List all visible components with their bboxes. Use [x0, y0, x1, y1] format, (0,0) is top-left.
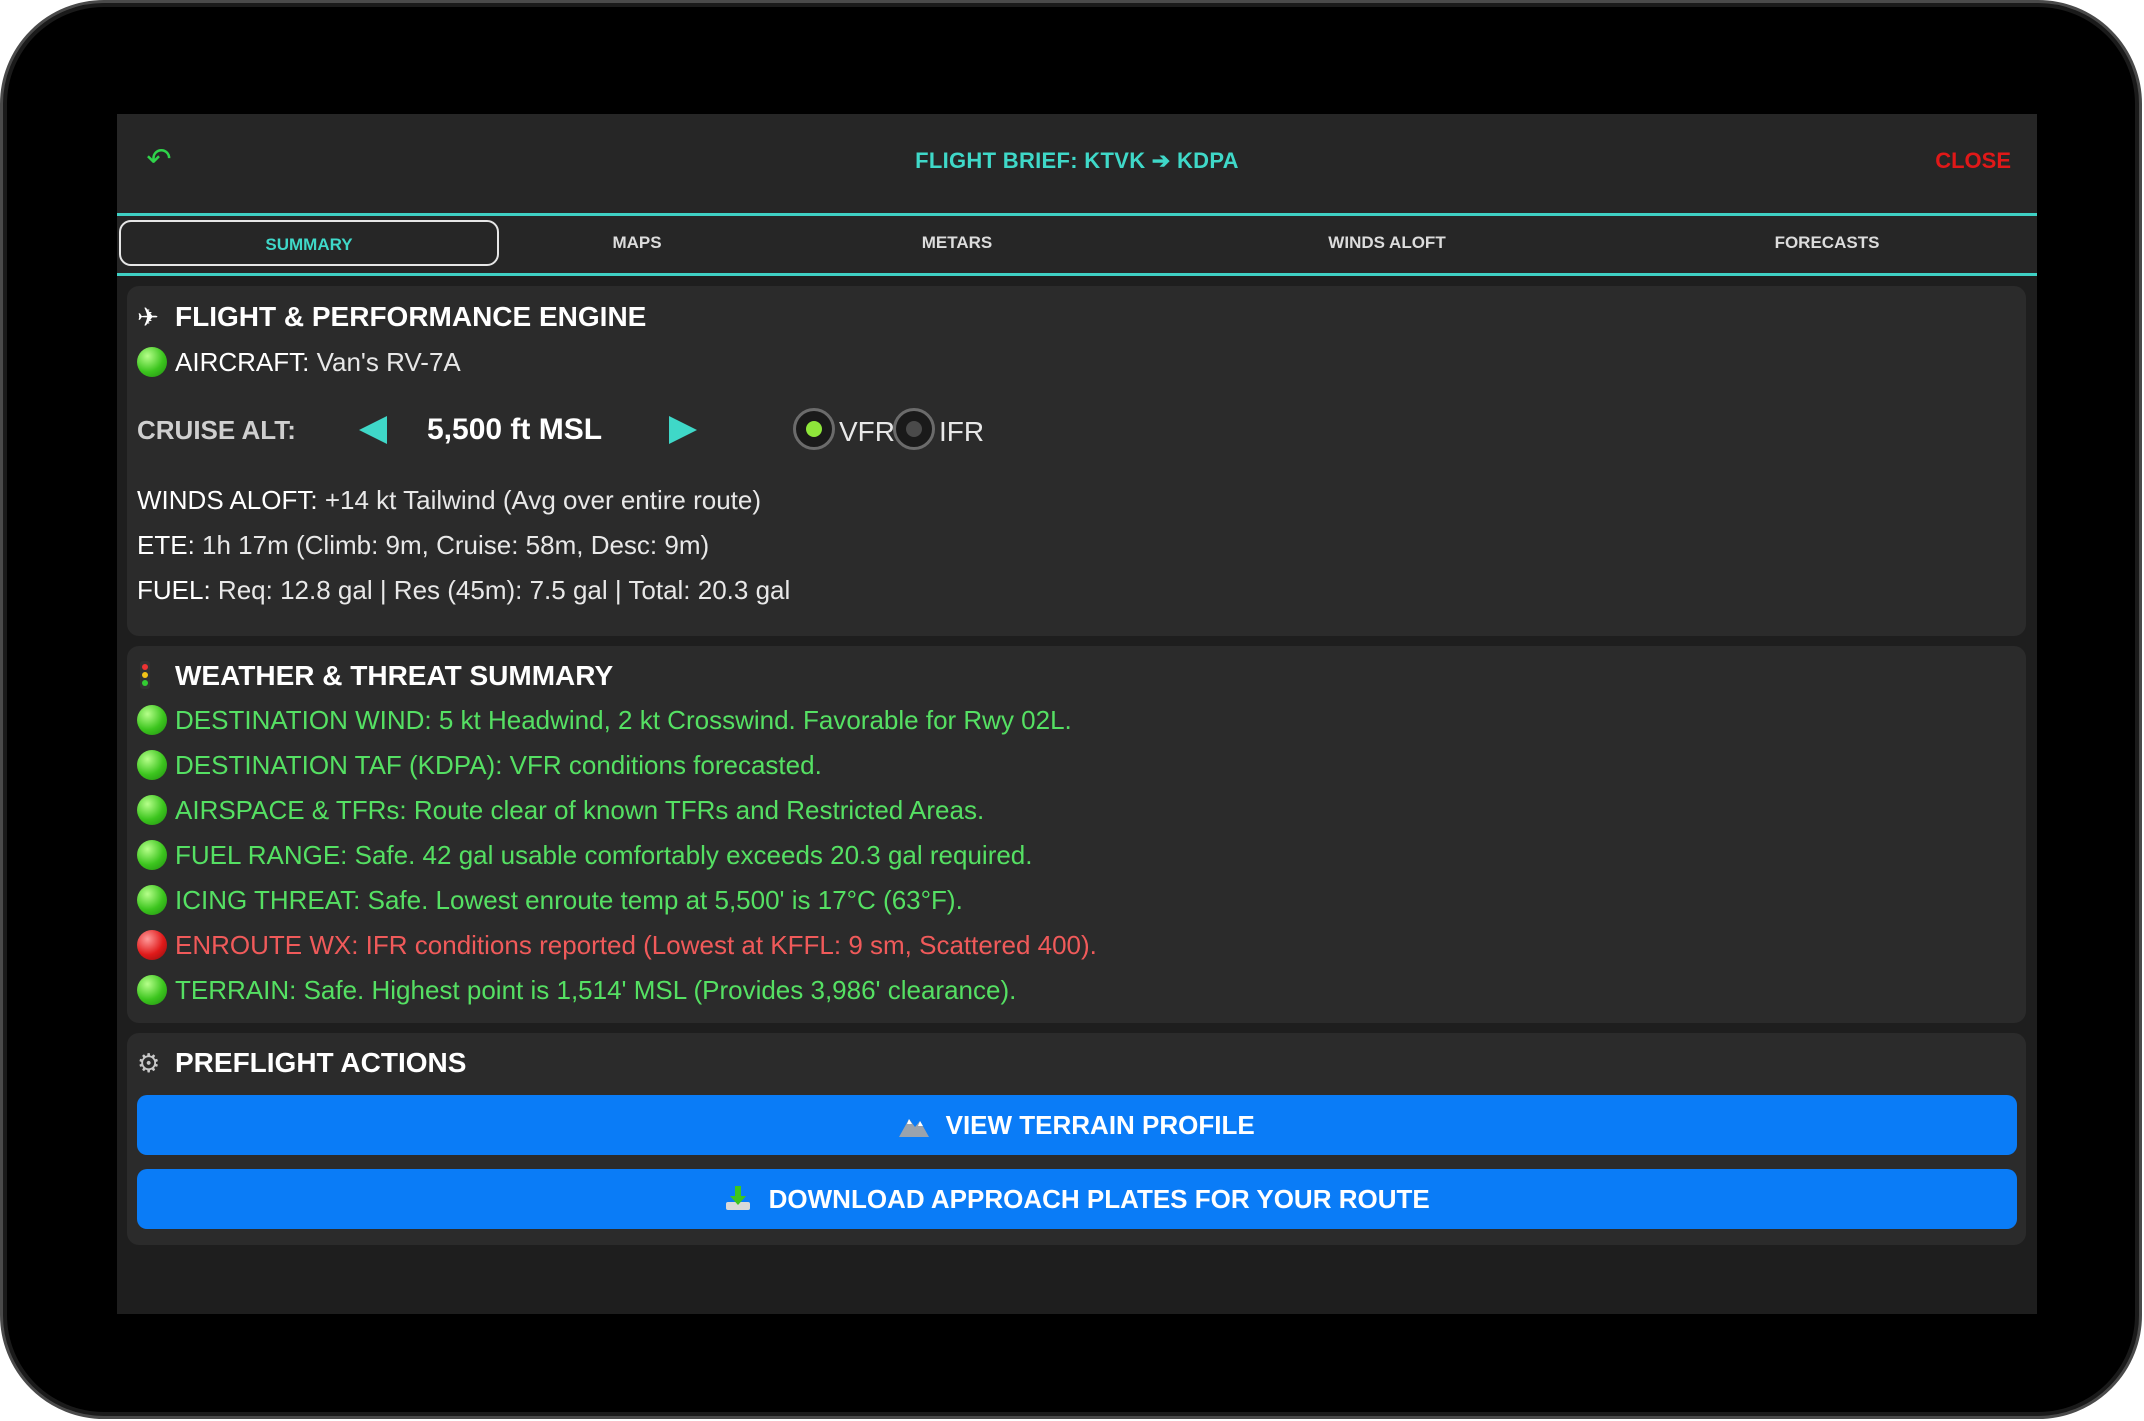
airplane-icon: ✈ — [137, 303, 159, 333]
weather-item-text: DESTINATION WIND: 5 kt Headwind, 2 kt Cr… — [175, 705, 1072, 735]
download-approach-plates-label: DOWNLOAD APPROACH PLATES FOR YOUR ROUTE — [768, 1184, 1430, 1214]
status-green-icon — [137, 840, 167, 870]
ete-value: 1h 17m (Climb: 9m, Cruise: 58m, Desc: 9m… — [202, 530, 710, 560]
gear-icon: ⚙ — [137, 1049, 161, 1079]
performance-heading: ✈ FLIGHT & PERFORMANCE ENGINE — [137, 301, 646, 333]
tab-metars[interactable]: METARS — [857, 220, 1057, 266]
weather-item-text: AIRSPACE & TFRs: Route clear of known TF… — [175, 795, 985, 825]
traffic-light-icon — [137, 661, 167, 692]
mountain-icon — [899, 1112, 937, 1140]
cruise-alt-label: CRUISE ALT: — [137, 415, 296, 445]
weather-item-text: DESTINATION TAF (KDPA): VFR conditions f… — [175, 750, 822, 780]
download-approach-plates-button[interactable]: DOWNLOAD APPROACH PLATES FOR YOUR ROUTE — [137, 1169, 2017, 1229]
tab-winds-aloft[interactable]: WINDS ALOFT — [1257, 220, 1517, 266]
weather-item: ICING THREAT: Safe. Lowest enroute temp … — [137, 885, 963, 916]
ete-label: ETE: — [137, 530, 195, 560]
tab-bar: SUMMARY MAPS METARS WINDS ALOFT FORECAST… — [117, 216, 2037, 276]
ete-row: ETE: 1h 17m (Climb: 9m, Cruise: 58m, Des… — [137, 530, 709, 561]
weather-item: AIRSPACE & TFRs: Route clear of known TF… — [137, 795, 984, 826]
download-icon — [724, 1186, 760, 1214]
weather-item-text: ENROUTE WX: IFR conditions reported (Low… — [175, 930, 1097, 960]
weather-item: TERRAIN: Safe. Highest point is 1,514' M… — [137, 975, 1016, 1006]
radio-selected-indicator — [806, 421, 822, 437]
ifr-radio[interactable] — [893, 408, 935, 450]
tablet-frame: ↶ FLIGHT BRIEF: KTVK ➔ KDPA CLOSE SUMMAR… — [0, 0, 2142, 1419]
weather-item: DESTINATION WIND: 5 kt Headwind, 2 kt Cr… — [137, 705, 1072, 736]
weather-heading-text: WEATHER & THREAT SUMMARY — [175, 660, 614, 691]
tab-summary[interactable]: SUMMARY — [119, 220, 499, 266]
winds-label: WINDS ALOFT: — [137, 485, 318, 515]
tab-forecasts[interactable]: FORECASTS — [1697, 220, 1957, 266]
weather-item: DESTINATION TAF (KDPA): VFR conditions f… — [137, 750, 822, 781]
view-terrain-profile-button[interactable]: VIEW TERRAIN PROFILE — [137, 1095, 2017, 1155]
decrease-altitude-button[interactable] — [355, 412, 391, 448]
increase-altitude-button[interactable] — [665, 412, 701, 448]
fuel-label: FUEL: — [137, 575, 211, 605]
aircraft-label: AIRCRAFT: — [175, 347, 310, 377]
weather-item-text: FUEL RANGE: Safe. 42 gal usable comforta… — [175, 840, 1033, 870]
status-green-icon — [137, 795, 167, 825]
status-green-icon — [137, 750, 167, 780]
top-bar: ↶ FLIGHT BRIEF: KTVK ➔ KDPA CLOSE — [117, 114, 2037, 216]
winds-aloft-row: WINDS ALOFT: +14 kt Tailwind (Avg over e… — [137, 485, 761, 516]
aircraft-row: AIRCRAFT: Van's RV-7A — [137, 347, 461, 378]
status-red-icon — [137, 930, 167, 960]
weather-item: ENROUTE WX: IFR conditions reported (Low… — [137, 930, 1097, 961]
weather-item-text: ICING THREAT: Safe. Lowest enroute temp … — [175, 885, 963, 915]
view-terrain-profile-label: VIEW TERRAIN PROFILE — [945, 1110, 1255, 1140]
ifr-label[interactable]: IFR — [939, 416, 984, 448]
cruise-alt-value: 5,500 ft MSL — [427, 413, 603, 446]
performance-card: ✈ FLIGHT & PERFORMANCE ENGINE AIRCRAFT: V… — [127, 286, 2026, 636]
actions-heading-text: PREFLIGHT ACTIONS — [175, 1047, 467, 1078]
status-green-icon — [137, 705, 167, 735]
status-green-icon — [137, 975, 167, 1005]
winds-value: +14 kt Tailwind (Avg over entire route) — [324, 485, 762, 515]
performance-heading-text: FLIGHT & PERFORMANCE ENGINE — [175, 301, 647, 332]
weather-heading: WEATHER & THREAT SUMMARY — [137, 660, 613, 692]
status-green-icon — [137, 885, 167, 915]
vfr-label[interactable]: VFR — [839, 416, 895, 448]
aircraft-value: Van's RV-7A — [316, 347, 461, 377]
actions-card: ⚙ PREFLIGHT ACTIONS VIEW TERRAIN PROFILE … — [127, 1033, 2026, 1245]
page-title: FLIGHT BRIEF: KTVK ➔ KDPA — [915, 148, 1239, 173]
actions-heading: ⚙ PREFLIGHT ACTIONS — [137, 1047, 466, 1079]
weather-item: FUEL RANGE: Safe. 42 gal usable comforta… — [137, 840, 1033, 871]
vfr-radio[interactable] — [793, 408, 835, 450]
weather-item-text: TERRAIN: Safe. Highest point is 1,514' M… — [175, 975, 1017, 1005]
status-green-icon — [137, 347, 167, 377]
app-screen: ↶ FLIGHT BRIEF: KTVK ➔ KDPA CLOSE SUMMAR… — [117, 114, 2037, 1314]
weather-card: WEATHER & THREAT SUMMARY DESTINATION WIN… — [127, 646, 2026, 1023]
tab-maps[interactable]: MAPS — [537, 220, 737, 266]
radio-unselected-indicator — [906, 421, 922, 437]
fuel-value: Req: 12.8 gal | Res (45m): 7.5 gal | Tot… — [217, 575, 791, 605]
fuel-row: FUEL: Req: 12.8 gal | Res (45m): 7.5 gal… — [137, 575, 790, 606]
close-button[interactable]: CLOSE — [1935, 148, 2011, 174]
